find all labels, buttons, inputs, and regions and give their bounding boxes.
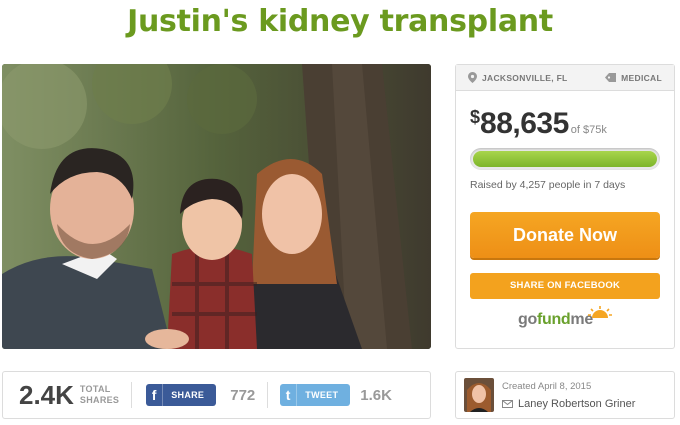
- total-shares-count: 2.4K: [19, 379, 74, 410]
- progress-bar: [470, 148, 660, 170]
- amount-value: 88,635: [480, 107, 569, 140]
- tweet-count: 1.6K: [360, 386, 392, 404]
- share-on-facebook-button[interactable]: SHARE ON FACEBOOK: [470, 273, 660, 299]
- total-shares-label: TOTAL SHARES: [79, 384, 120, 405]
- sun-icon: [588, 306, 612, 318]
- twitter-icon: t: [280, 384, 298, 406]
- currency-symbol: $: [470, 107, 481, 127]
- tag-icon: [605, 73, 617, 82]
- campaign-photo: [2, 64, 431, 349]
- category-label: MEDICAL: [621, 72, 662, 83]
- panel-header: JACKSONVILLE, FL MEDICAL: [456, 65, 674, 91]
- facebook-share-count: 772: [230, 386, 256, 404]
- tweet-button[interactable]: t TWEET: [280, 384, 351, 406]
- donate-button[interactable]: Donate Now: [470, 212, 660, 258]
- map-pin-icon: [468, 72, 477, 83]
- creator-name[interactable]: Laney Robertson Griner: [502, 398, 635, 410]
- mail-icon: [502, 400, 513, 408]
- share-bar: 2.4K TOTAL SHARES f SHARE 772 t TWEET 1.…: [2, 371, 431, 419]
- gofundme-logo: gofundme: [518, 306, 618, 341]
- location-label: JACKSONVILLE, FL: [482, 72, 568, 83]
- created-date: Created April 8, 2015: [502, 381, 592, 392]
- divider: [267, 382, 269, 408]
- creator-card: Created April 8, 2015 Laney Robertson Gr…: [455, 371, 675, 419]
- avatar[interactable]: [464, 378, 494, 412]
- amount-raised: $ 88,635 of $75k: [470, 107, 607, 141]
- progress-fill: [473, 151, 657, 167]
- location-tag[interactable]: JACKSONVILLE, FL: [468, 72, 568, 83]
- category-tag[interactable]: MEDICAL: [605, 73, 662, 83]
- campaign-title: Justin's kidney transplant: [127, 4, 553, 39]
- goal-text: of $75k: [570, 124, 607, 136]
- raised-summary: Raised by 4,257 people in 7 days: [470, 179, 626, 191]
- divider: [131, 382, 133, 408]
- facebook-icon: f: [146, 384, 164, 406]
- donation-panel: JACKSONVILLE, FL MEDICAL $ 88,635 of $75…: [455, 64, 675, 349]
- facebook-share-button[interactable]: f SHARE: [146, 384, 217, 406]
